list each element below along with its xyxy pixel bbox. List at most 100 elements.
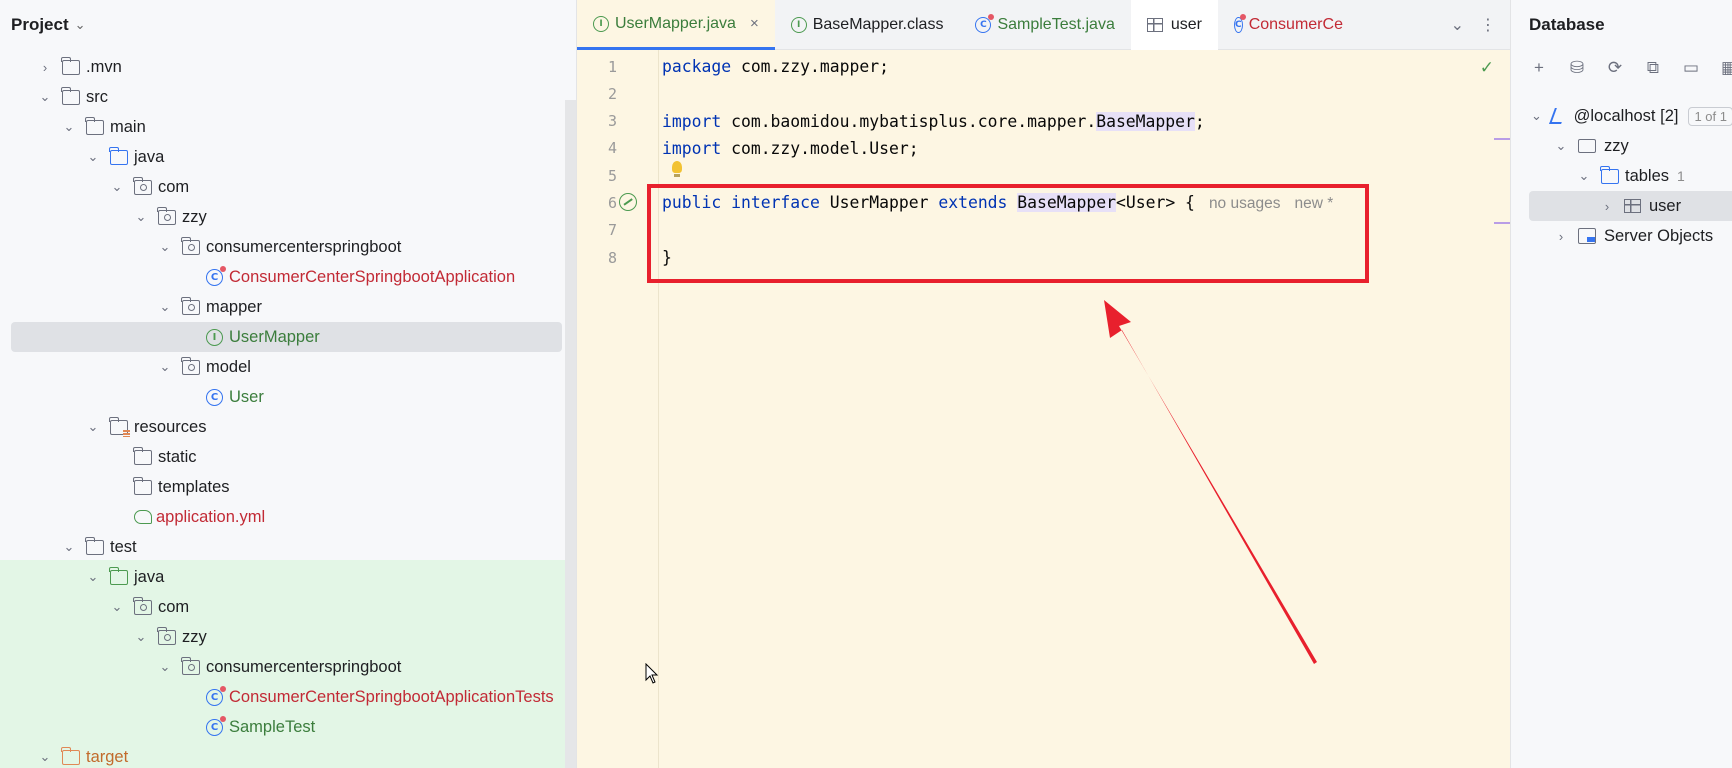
tree-item-application-tests[interactable]: C ConsumerCenterSpringbootApplicationTest… xyxy=(0,682,565,712)
tree-item-label: model xyxy=(206,357,251,376)
schema-icon xyxy=(1578,139,1596,153)
chevron-down-icon[interactable]: ⌄ xyxy=(1554,138,1568,154)
database-panel: Database + ⛁ ⟳ ⧉ ▭ ▦ ⌄ @localhost [2] 1 … xyxy=(1510,0,1732,768)
tree-item-consumercenterspringboot[interactable]: ⌄ consumercenterspringboot xyxy=(0,232,565,262)
tree-item-zzy[interactable]: ⌄ zzy xyxy=(0,202,565,232)
tree-item-src[interactable]: ⌄ src xyxy=(0,82,565,112)
folder-icon xyxy=(85,536,104,555)
tree-item-label: ConsumerCenterSpringbootApplication xyxy=(229,267,516,286)
schema-label: zzy xyxy=(1604,136,1629,155)
ide-window: Project ⌄ › .mvn ⌄ src ⌄ main ⌄ java ⌄ com ⌄ z… xyxy=(0,0,1732,768)
tree-item-application-yml[interactable]: application.yml xyxy=(0,502,565,532)
tree-item-user-class[interactable]: C User xyxy=(0,382,565,412)
tree-item-label: zzy xyxy=(182,627,207,646)
chevron-down-icon[interactable]: ⌄ xyxy=(86,419,100,435)
test-class-icon: C xyxy=(206,685,226,706)
datasource-properties-icon[interactable]: ⛁ xyxy=(1567,58,1587,78)
tree-item-label: main xyxy=(110,117,146,136)
chevron-right-icon[interactable]: › xyxy=(1600,199,1614,214)
tree-item-label: ConsumerCenterSpringbootApplicationTests xyxy=(229,687,554,706)
chevron-down-icon[interactable]: ⌄ xyxy=(134,209,148,225)
tree-item-zzy-test[interactable]: ⌄ zzy xyxy=(0,622,565,652)
db-tables-folder[interactable]: ⌄ tables 1 xyxy=(1511,161,1732,191)
chevron-down-icon[interactable]: ⌄ xyxy=(158,239,172,255)
tree-item-templates[interactable]: templates xyxy=(0,472,565,502)
project-title: Project xyxy=(11,15,69,34)
add-icon[interactable]: + xyxy=(1529,58,1549,78)
resources-folder-icon xyxy=(109,416,130,437)
chevron-down-icon[interactable]: ⌄ xyxy=(62,539,76,555)
chevron-down-icon[interactable]: ⌄ xyxy=(158,359,172,375)
folder-icon xyxy=(1600,165,1619,184)
chevron-down-icon[interactable]: ⌄ xyxy=(1577,168,1591,184)
editor-area: I UserMapper.java × I BaseMapper.class C… xyxy=(577,0,1510,768)
spring-config-icon xyxy=(134,510,152,524)
tree-item-application-class[interactable]: C ConsumerCenterSpringbootApplication xyxy=(0,262,565,292)
tree-item-resources[interactable]: ⌄ resources xyxy=(0,412,565,442)
db-table-user[interactable]: › user xyxy=(1529,191,1732,221)
folder-icon xyxy=(133,446,152,465)
tree-item-sampletest[interactable]: C SampleTest xyxy=(0,712,565,742)
class-icon: C xyxy=(206,388,223,406)
db-host[interactable]: ⌄ @localhost [2] 1 of 1 xyxy=(1511,101,1732,131)
chevron-down-icon[interactable]: ⌄ xyxy=(38,749,52,765)
package-icon xyxy=(157,626,176,645)
package-icon xyxy=(181,236,200,255)
spring-app-class-icon: C xyxy=(206,265,226,286)
interface-icon: I xyxy=(206,328,223,346)
chevron-down-icon[interactable]: ⌄ xyxy=(75,17,86,33)
folder-icon xyxy=(85,116,104,135)
host-count: [2] xyxy=(1660,106,1679,125)
tree-item-label: resources xyxy=(134,417,207,436)
chevron-down-icon[interactable]: ⌄ xyxy=(110,599,124,615)
chevron-right-icon[interactable]: › xyxy=(38,60,52,75)
chevron-down-icon[interactable]: ⌄ xyxy=(158,299,172,315)
query-console-icon[interactable]: ▭ xyxy=(1681,58,1701,78)
tree-item-mvn[interactable]: › .mvn xyxy=(0,52,565,82)
chevron-down-icon[interactable]: ⌄ xyxy=(86,149,100,165)
refresh-icon[interactable]: ⟳ xyxy=(1605,58,1625,78)
tree-item-model[interactable]: ⌄ model xyxy=(0,352,565,382)
annotation-arrow xyxy=(1104,300,1317,664)
mouse-cursor-icon xyxy=(645,663,659,684)
db-server-objects[interactable]: › Server Objects xyxy=(1511,221,1732,251)
tree-item-label: java xyxy=(134,147,165,166)
tree-item-label: mapper xyxy=(206,297,262,316)
project-panel: Project ⌄ › .mvn ⌄ src ⌄ main ⌄ java ⌄ com ⌄ z… xyxy=(0,0,577,768)
folder-icon xyxy=(133,476,152,495)
tree-item-label: consumercenterspringboot xyxy=(206,237,402,256)
host-label: @localhost xyxy=(1573,106,1656,125)
tree-item-usermapper[interactable]: I UserMapper xyxy=(11,322,562,352)
project-panel-header[interactable]: Project ⌄ xyxy=(0,0,576,50)
tree-item-label: consumercenterspringboot xyxy=(206,657,402,676)
folder-icon xyxy=(61,86,80,105)
tree-item-consumercenterspringboot-test[interactable]: ⌄ consumercenterspringboot xyxy=(0,652,565,682)
chevron-right-icon[interactable]: › xyxy=(1554,229,1568,244)
tree-item-label: src xyxy=(86,87,108,106)
tables-count: 1 xyxy=(1677,168,1685,184)
chevron-down-icon[interactable]: ⌄ xyxy=(110,179,124,195)
chevron-down-icon[interactable]: ⌄ xyxy=(62,119,76,135)
database-title: Database xyxy=(1529,15,1605,34)
chevron-down-icon[interactable]: ⌄ xyxy=(38,89,52,105)
tree-item-java-main[interactable]: ⌄ java xyxy=(0,142,565,172)
tree-item-target[interactable]: ⌄ target xyxy=(0,742,565,768)
table-icon xyxy=(1624,199,1641,213)
tree-item-test[interactable]: ⌄ test xyxy=(0,532,565,562)
tree-item-static[interactable]: static xyxy=(0,442,565,472)
chevron-down-icon[interactable]: ⌄ xyxy=(86,569,100,585)
project-scrollbar[interactable] xyxy=(565,100,576,768)
tree-item-mapper[interactable]: ⌄ mapper xyxy=(0,292,565,322)
chevron-down-icon[interactable]: ⌄ xyxy=(1531,108,1542,124)
db-schema-zzy[interactable]: ⌄ zzy xyxy=(1511,131,1732,161)
tree-item-main[interactable]: ⌄ main xyxy=(0,112,565,142)
tree-item-com[interactable]: ⌄ com xyxy=(0,172,565,202)
chevron-down-icon[interactable]: ⌄ xyxy=(158,659,172,675)
tree-item-com-test[interactable]: ⌄ com xyxy=(0,592,565,622)
disconnect-icon[interactable]: ⧉ xyxy=(1643,58,1663,78)
chevron-down-icon[interactable]: ⌄ xyxy=(134,629,148,645)
server-objects-label: Server Objects xyxy=(1604,226,1714,245)
tree-item-java-test[interactable]: ⌄ java xyxy=(0,562,565,592)
schema-count-badge[interactable]: 1 of 1 xyxy=(1688,106,1732,126)
table-view-icon[interactable]: ▦ xyxy=(1719,58,1732,78)
